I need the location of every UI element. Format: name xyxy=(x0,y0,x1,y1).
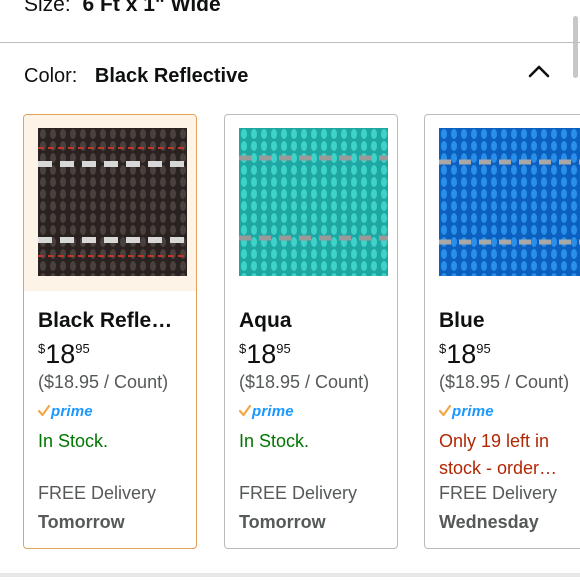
stock-status: In Stock. xyxy=(239,431,310,451)
delivery-day: Wednesday xyxy=(439,512,539,532)
delivery-label: FREE Delivery xyxy=(38,483,157,503)
size-label: Size: xyxy=(24,0,71,16)
prime-badge: prime xyxy=(439,403,494,420)
stock-status: In Stock. xyxy=(38,431,109,451)
delivery-label: FREE Delivery xyxy=(439,483,558,503)
unit-price: ($18.95 / Count) xyxy=(439,372,570,392)
delivery-day: Tomorrow xyxy=(239,512,326,532)
black-reflective-swatch-image xyxy=(38,128,187,276)
color-label: Color: xyxy=(24,65,78,87)
price: $1895 xyxy=(439,339,491,369)
color-value: Black Reflective xyxy=(94,65,249,87)
prime-badge: prime xyxy=(38,403,93,420)
size-row: Size: 6 Ft x 1" Wide xyxy=(24,0,221,18)
blue-swatch-image xyxy=(439,128,580,276)
price: $1895 xyxy=(38,339,90,369)
price: $1895 xyxy=(239,339,291,369)
stock-status: Only 19 left in stock - order… xyxy=(439,431,558,478)
option-name: Blue xyxy=(439,309,485,332)
divider xyxy=(0,42,580,43)
divider xyxy=(0,573,580,577)
color-option-card-blue[interactable]: Blue $1895 ($18.95 / Count) prime Only 1… xyxy=(424,114,580,549)
option-name: Aqua xyxy=(239,309,292,332)
aqua-swatch-image xyxy=(239,128,388,276)
chevron-up-icon[interactable] xyxy=(528,64,550,78)
size-value: 6 Ft x 1" Wide xyxy=(82,0,221,16)
unit-price: ($18.95 / Count) xyxy=(239,372,370,392)
prime-check-icon xyxy=(38,405,50,417)
color-option-card-black-reflective[interactable]: Black Refle… $1895 ($18.95 / Count) prim… xyxy=(23,114,197,549)
scrollbar[interactable] xyxy=(573,16,578,78)
prime-check-icon xyxy=(439,405,451,417)
prime-badge: prime xyxy=(239,403,294,420)
delivery-day: Tomorrow xyxy=(38,512,125,532)
color-row[interactable]: Color: Black Reflective xyxy=(24,63,248,89)
color-option-card-aqua[interactable]: Aqua $1895 ($18.95 / Count) prime In Sto… xyxy=(224,114,398,549)
option-name: Black Refle… xyxy=(38,309,173,332)
unit-price: ($18.95 / Count) xyxy=(38,372,169,392)
prime-check-icon xyxy=(239,405,251,417)
delivery-label: FREE Delivery xyxy=(239,483,358,503)
